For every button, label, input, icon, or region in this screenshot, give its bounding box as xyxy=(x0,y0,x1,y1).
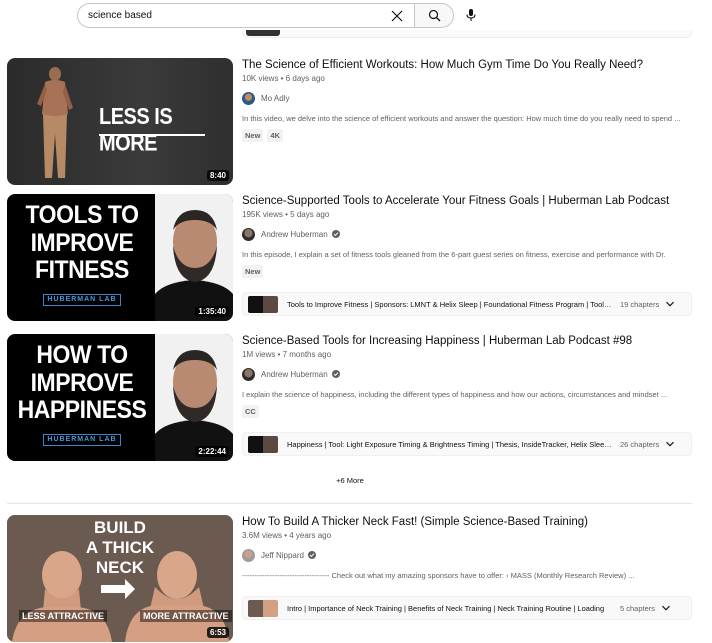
video-description: ----------------------------------- Chec… xyxy=(242,571,635,580)
athlete-figure-image xyxy=(37,67,73,178)
video-title[interactable]: Science-Supported Tools to Accelerate Yo… xyxy=(242,194,697,208)
previous-result-thumbnail-edge xyxy=(246,30,280,36)
clear-search-button[interactable] xyxy=(388,7,406,25)
verified-icon xyxy=(331,230,340,238)
video-thumbnail[interactable]: TOOLS TO IMPROVE FITNESS HUBERMAN LAB 1:… xyxy=(7,194,233,321)
thumbnail-underline xyxy=(99,134,205,136)
channel-avatar[interactable] xyxy=(242,91,255,105)
thumbnail-text: TOOLS TO IMPROVE FITNESS xyxy=(15,201,149,285)
thumbnail-text: LESS IS MORE xyxy=(99,104,173,157)
search-box[interactable] xyxy=(77,3,414,28)
channel-name[interactable]: Andrew Huberman xyxy=(261,230,328,239)
channel-name[interactable]: Jeff Nippard xyxy=(261,551,304,560)
video-thumbnail[interactable]: LESS IS MORE 8:40 xyxy=(7,58,233,185)
video-info: The Science of Efficient Workouts: How M… xyxy=(242,58,697,142)
chapters-text: Happiness | Tool: Light Exposure Timing … xyxy=(287,439,612,449)
video-info: Science-Based Tools for Increasing Happi… xyxy=(242,334,697,456)
thumbnail-text-line: HOW TO xyxy=(36,341,128,369)
verified-icon xyxy=(308,551,316,559)
channel-row: Andrew Huberman xyxy=(242,367,697,381)
video-info: How To Build A Thicker Neck Fast! (Simpl… xyxy=(242,515,697,620)
badge-new: New xyxy=(242,265,264,278)
badge-cc: CC xyxy=(242,405,259,418)
thumbnail-text-line: TOOLS TO xyxy=(25,201,139,229)
thumbnail-brand: HUBERMAN LAB xyxy=(43,294,121,306)
video-title[interactable]: Science-Based Tools for Increasing Happi… xyxy=(242,334,697,348)
chevron-down-icon[interactable] xyxy=(665,299,675,309)
badge-row: New 4K xyxy=(242,129,697,142)
video-title[interactable]: The Science of Efficient Workouts: How M… xyxy=(242,58,697,72)
thumbnail-text-line: IMPROVE xyxy=(30,228,134,257)
chapter-thumbnail xyxy=(248,435,278,453)
channel-avatar[interactable] xyxy=(242,367,255,381)
video-duration: 1:35:40 xyxy=(195,306,229,317)
thumbnail-text: HOW TO IMPROVE HAPPINESS xyxy=(15,341,149,425)
chevron-down-icon[interactable] xyxy=(665,439,675,449)
badge-new: New xyxy=(242,129,264,142)
video-description: I explain the science of happiness, incl… xyxy=(242,390,668,399)
search-bar xyxy=(77,3,454,28)
video-info: Science-Supported Tools to Accelerate Yo… xyxy=(242,194,697,316)
video-thumbnail[interactable]: HOW TO IMPROVE HAPPINESS HUBERMAN LAB 2:… xyxy=(7,334,233,461)
show-more-button[interactable]: +6 More xyxy=(300,476,400,490)
thumbnail-brand: HUBERMAN LAB xyxy=(43,434,121,446)
thumbnail-text-line: FITNESS xyxy=(35,256,129,284)
chapter-thumbnail xyxy=(248,295,278,313)
host-portrait-image xyxy=(155,194,233,321)
chapters-text: Tools to Improve Fitness | Sponsors: LMN… xyxy=(287,299,612,309)
chapters-bar[interactable]: Intro | Importance of Neck Training | Be… xyxy=(242,596,692,620)
previous-result-card-edge xyxy=(242,30,692,38)
search-button[interactable] xyxy=(414,3,454,28)
thumbnail-text-line: NECK xyxy=(95,558,145,577)
video-duration: 8:40 xyxy=(206,170,229,181)
video-meta: 3.6M views • 4 years ago xyxy=(242,531,332,540)
chapter-thumbnail xyxy=(248,599,278,617)
chapters-bar[interactable]: Happiness | Tool: Light Exposure Timing … xyxy=(242,432,692,456)
microphone-icon xyxy=(466,9,476,21)
video-duration: 6:53 xyxy=(206,627,229,638)
channel-name[interactable]: Mo Adly xyxy=(261,94,289,103)
badge-row: CC xyxy=(242,405,697,418)
channel-row: Jeff Nippard xyxy=(242,548,697,562)
thumbnail-label-left: LESS ATTRACTIVE xyxy=(19,610,108,622)
channel-name[interactable]: Andrew Huberman xyxy=(261,370,328,379)
chapters-count: 26 chapters xyxy=(620,439,660,449)
video-thumbnail[interactable]: BUILD A THICK NECK LESS ATTRACTIVE MORE … xyxy=(7,515,233,642)
chapters-bar[interactable]: Tools to Improve Fitness | Sponsors: LMN… xyxy=(242,292,692,316)
channel-row: Andrew Huberman xyxy=(242,227,697,241)
thumbnail-text-line: A THICK xyxy=(85,538,155,557)
thumbnail-text-line: HAPPINESS xyxy=(17,396,147,424)
chevron-down-icon[interactable] xyxy=(661,603,671,613)
channel-row: Mo Adly xyxy=(242,91,697,105)
thumbnail-text-line: IMPROVE xyxy=(30,368,134,397)
chapters-count: 19 chapters xyxy=(620,299,660,309)
channel-avatar[interactable] xyxy=(242,227,255,241)
thumbnail-text: BUILD A THICK NECK xyxy=(85,518,155,578)
video-meta: 195K views • 5 days ago xyxy=(242,210,330,219)
channel-avatar[interactable] xyxy=(242,548,255,562)
voice-search-button[interactable] xyxy=(461,5,481,25)
chapters-text: Intro | Importance of Neck Training | Be… xyxy=(287,603,605,613)
search-input[interactable] xyxy=(88,10,378,21)
search-icon xyxy=(428,9,440,22)
thumbnail-text-line: BUILD xyxy=(94,518,146,537)
host-portrait-image xyxy=(155,334,233,461)
chapters-count: 5 chapters xyxy=(620,603,656,613)
thumbnail-label-right: MORE ATTRACTIVE xyxy=(140,610,232,622)
section-divider xyxy=(7,503,692,504)
video-description: In this video, we delve into the science… xyxy=(242,114,681,123)
verified-icon xyxy=(331,370,340,378)
video-description: In this episode, I explain a set of fitn… xyxy=(242,250,666,259)
video-duration: 2:22:44 xyxy=(195,446,229,457)
video-meta: 10K views • 6 days ago xyxy=(242,74,325,83)
video-title[interactable]: How To Build A Thicker Neck Fast! (Simpl… xyxy=(242,515,697,529)
close-icon xyxy=(391,10,403,22)
video-meta: 1M views • 7 months ago xyxy=(242,350,332,359)
badge-row: New xyxy=(242,265,697,278)
badge-4k: 4K xyxy=(267,129,284,142)
